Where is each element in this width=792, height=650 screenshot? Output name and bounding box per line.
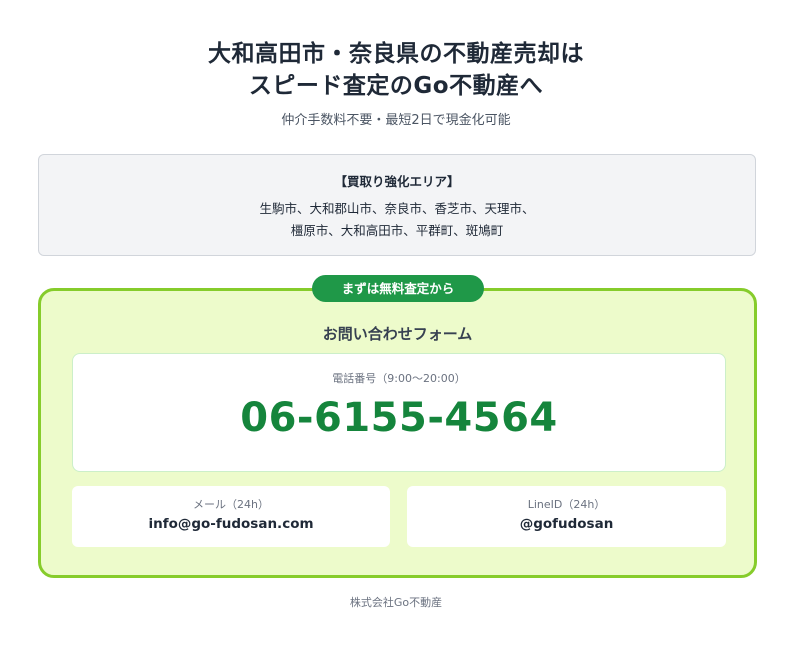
page-title: 大和高田市・奈良県の不動産売却は スピード査定のGo不動産へ bbox=[0, 38, 792, 102]
purchase-area-box: 【買取り強化エリア】 生駒市、大和郡山市、奈良市、香芝市、天理市、 橿原市、大和… bbox=[38, 154, 756, 256]
hero-section: 大和高田市・奈良県の不動産売却は スピード査定のGo不動産へ 仲介手数料不要・最… bbox=[0, 38, 792, 130]
purchase-area-title: 【買取り強化エリア】 bbox=[334, 174, 460, 189]
purchase-area-line2: 橿原市、大和高田市、平群町、斑鳩町 bbox=[290, 223, 504, 238]
company-footer: 株式会社Go不動産 bbox=[349, 596, 443, 609]
contact-form-title: お問い合わせフォーム bbox=[322, 325, 473, 343]
page-title-line2: スピード査定のGo不動産へ bbox=[248, 73, 544, 99]
purchase-area-line1: 生駒市、大和郡山市、奈良市、香芝市、天理市、 bbox=[259, 201, 535, 216]
line-label: LineID（24h） bbox=[527, 498, 606, 511]
phone-card[interactable]: 電話番号（9:00〜20:00） 06-6155-4564 bbox=[72, 353, 726, 472]
mail-address-link[interactable]: info@go-fudosan.com bbox=[72, 515, 390, 533]
page-subtitle: 仲介手数料不要・最短2日で現金化可能 bbox=[281, 113, 511, 128]
free-assessment-badge: まずは無料査定から bbox=[312, 275, 484, 302]
phone-label: 電話番号（9:00〜20:00） bbox=[332, 372, 466, 385]
phone-number-link[interactable]: 06-6155-4564 bbox=[73, 394, 725, 442]
purchase-area-list: 生駒市、大和郡山市、奈良市、香芝市、天理市、 橿原市、大和高田市、平群町、斑鳩町 bbox=[39, 198, 755, 242]
page-title-line1: 大和高田市・奈良県の不動産売却は bbox=[208, 41, 584, 67]
line-card[interactable]: LineID（24h） @gofudosan bbox=[407, 486, 726, 547]
mail-label: メール（24h） bbox=[193, 498, 269, 511]
contact-form-section: お問い合わせフォーム 電話番号（9:00〜20:00） 06-6155-4564… bbox=[38, 288, 757, 578]
mail-card[interactable]: メール（24h） info@go-fudosan.com bbox=[72, 486, 390, 547]
line-id-link[interactable]: @gofudosan bbox=[407, 515, 726, 533]
